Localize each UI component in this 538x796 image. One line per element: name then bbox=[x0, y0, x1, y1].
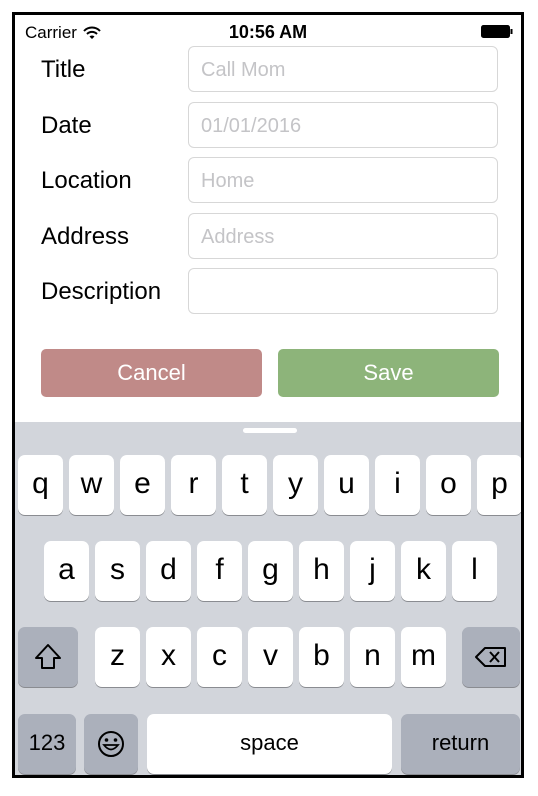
shift-icon bbox=[35, 644, 61, 669]
key-a[interactable]: a bbox=[44, 541, 89, 601]
key-q[interactable]: q bbox=[18, 455, 63, 515]
key-i[interactable]: i bbox=[375, 455, 420, 515]
key-r[interactable]: r bbox=[171, 455, 216, 515]
form-row-date: Date 01/01/2016 bbox=[15, 102, 521, 150]
save-button[interactable]: Save bbox=[278, 349, 499, 397]
key-p[interactable]: p bbox=[477, 455, 521, 515]
form-row-location: Location Home bbox=[15, 157, 521, 205]
delete-icon bbox=[475, 647, 506, 667]
key-d[interactable]: d bbox=[146, 541, 191, 601]
form-row-address: Address Address bbox=[15, 213, 521, 261]
return-key[interactable]: return bbox=[401, 714, 520, 774]
battery-icon bbox=[481, 25, 513, 38]
key-v[interactable]: v bbox=[248, 627, 293, 687]
emoji-icon bbox=[98, 731, 124, 757]
key-j[interactable]: j bbox=[350, 541, 395, 601]
key-g[interactable]: g bbox=[248, 541, 293, 601]
cancel-button[interactable]: Cancel bbox=[41, 349, 262, 397]
clock: 10:56 AM bbox=[228, 22, 308, 42]
description-label: Description bbox=[41, 278, 162, 305]
title-field[interactable]: Call Mom bbox=[188, 46, 498, 92]
key-t[interactable]: t bbox=[222, 455, 267, 515]
phone-screen: Carrier 10:56 AM Title Call Mom Date 01/… bbox=[12, 12, 524, 778]
address-label: Address bbox=[41, 223, 130, 250]
key-s[interactable]: s bbox=[95, 541, 140, 601]
date-field[interactable]: 01/01/2016 bbox=[188, 102, 498, 148]
form-row-description: Description bbox=[15, 268, 521, 316]
numbers-key[interactable]: 123 bbox=[18, 714, 76, 774]
date-label: Date bbox=[41, 112, 92, 139]
keyboard-handle bbox=[243, 428, 297, 433]
key-w[interactable]: w bbox=[69, 455, 114, 515]
title-label: Title bbox=[41, 56, 86, 83]
key-o[interactable]: o bbox=[426, 455, 471, 515]
key-l[interactable]: l bbox=[452, 541, 497, 601]
key-e[interactable]: e bbox=[120, 455, 165, 515]
key-z[interactable]: z bbox=[95, 627, 140, 687]
delete-key[interactable] bbox=[462, 627, 520, 687]
key-m[interactable]: m bbox=[401, 627, 446, 687]
location-label: Location bbox=[41, 167, 132, 194]
description-field[interactable] bbox=[188, 268, 498, 314]
key-f[interactable]: f bbox=[197, 541, 242, 601]
form-row-title: Title Call Mom bbox=[15, 46, 521, 94]
space-key[interactable]: space bbox=[147, 714, 392, 774]
key-h[interactable]: h bbox=[299, 541, 344, 601]
status-bar: Carrier 10:56 AM bbox=[15, 15, 521, 45]
key-b[interactable]: b bbox=[299, 627, 344, 687]
key-x[interactable]: x bbox=[146, 627, 191, 687]
location-field[interactable]: Home bbox=[188, 157, 498, 203]
shift-key[interactable] bbox=[18, 627, 78, 687]
keyboard: q w e r t y u i o p a s d f g h j k l z … bbox=[15, 422, 521, 775]
key-n[interactable]: n bbox=[350, 627, 395, 687]
address-field[interactable]: Address bbox=[188, 213, 498, 259]
key-y[interactable]: y bbox=[273, 455, 318, 515]
key-u[interactable]: u bbox=[324, 455, 369, 515]
key-c[interactable]: c bbox=[197, 627, 242, 687]
emoji-key[interactable] bbox=[84, 714, 138, 774]
key-k[interactable]: k bbox=[401, 541, 446, 601]
